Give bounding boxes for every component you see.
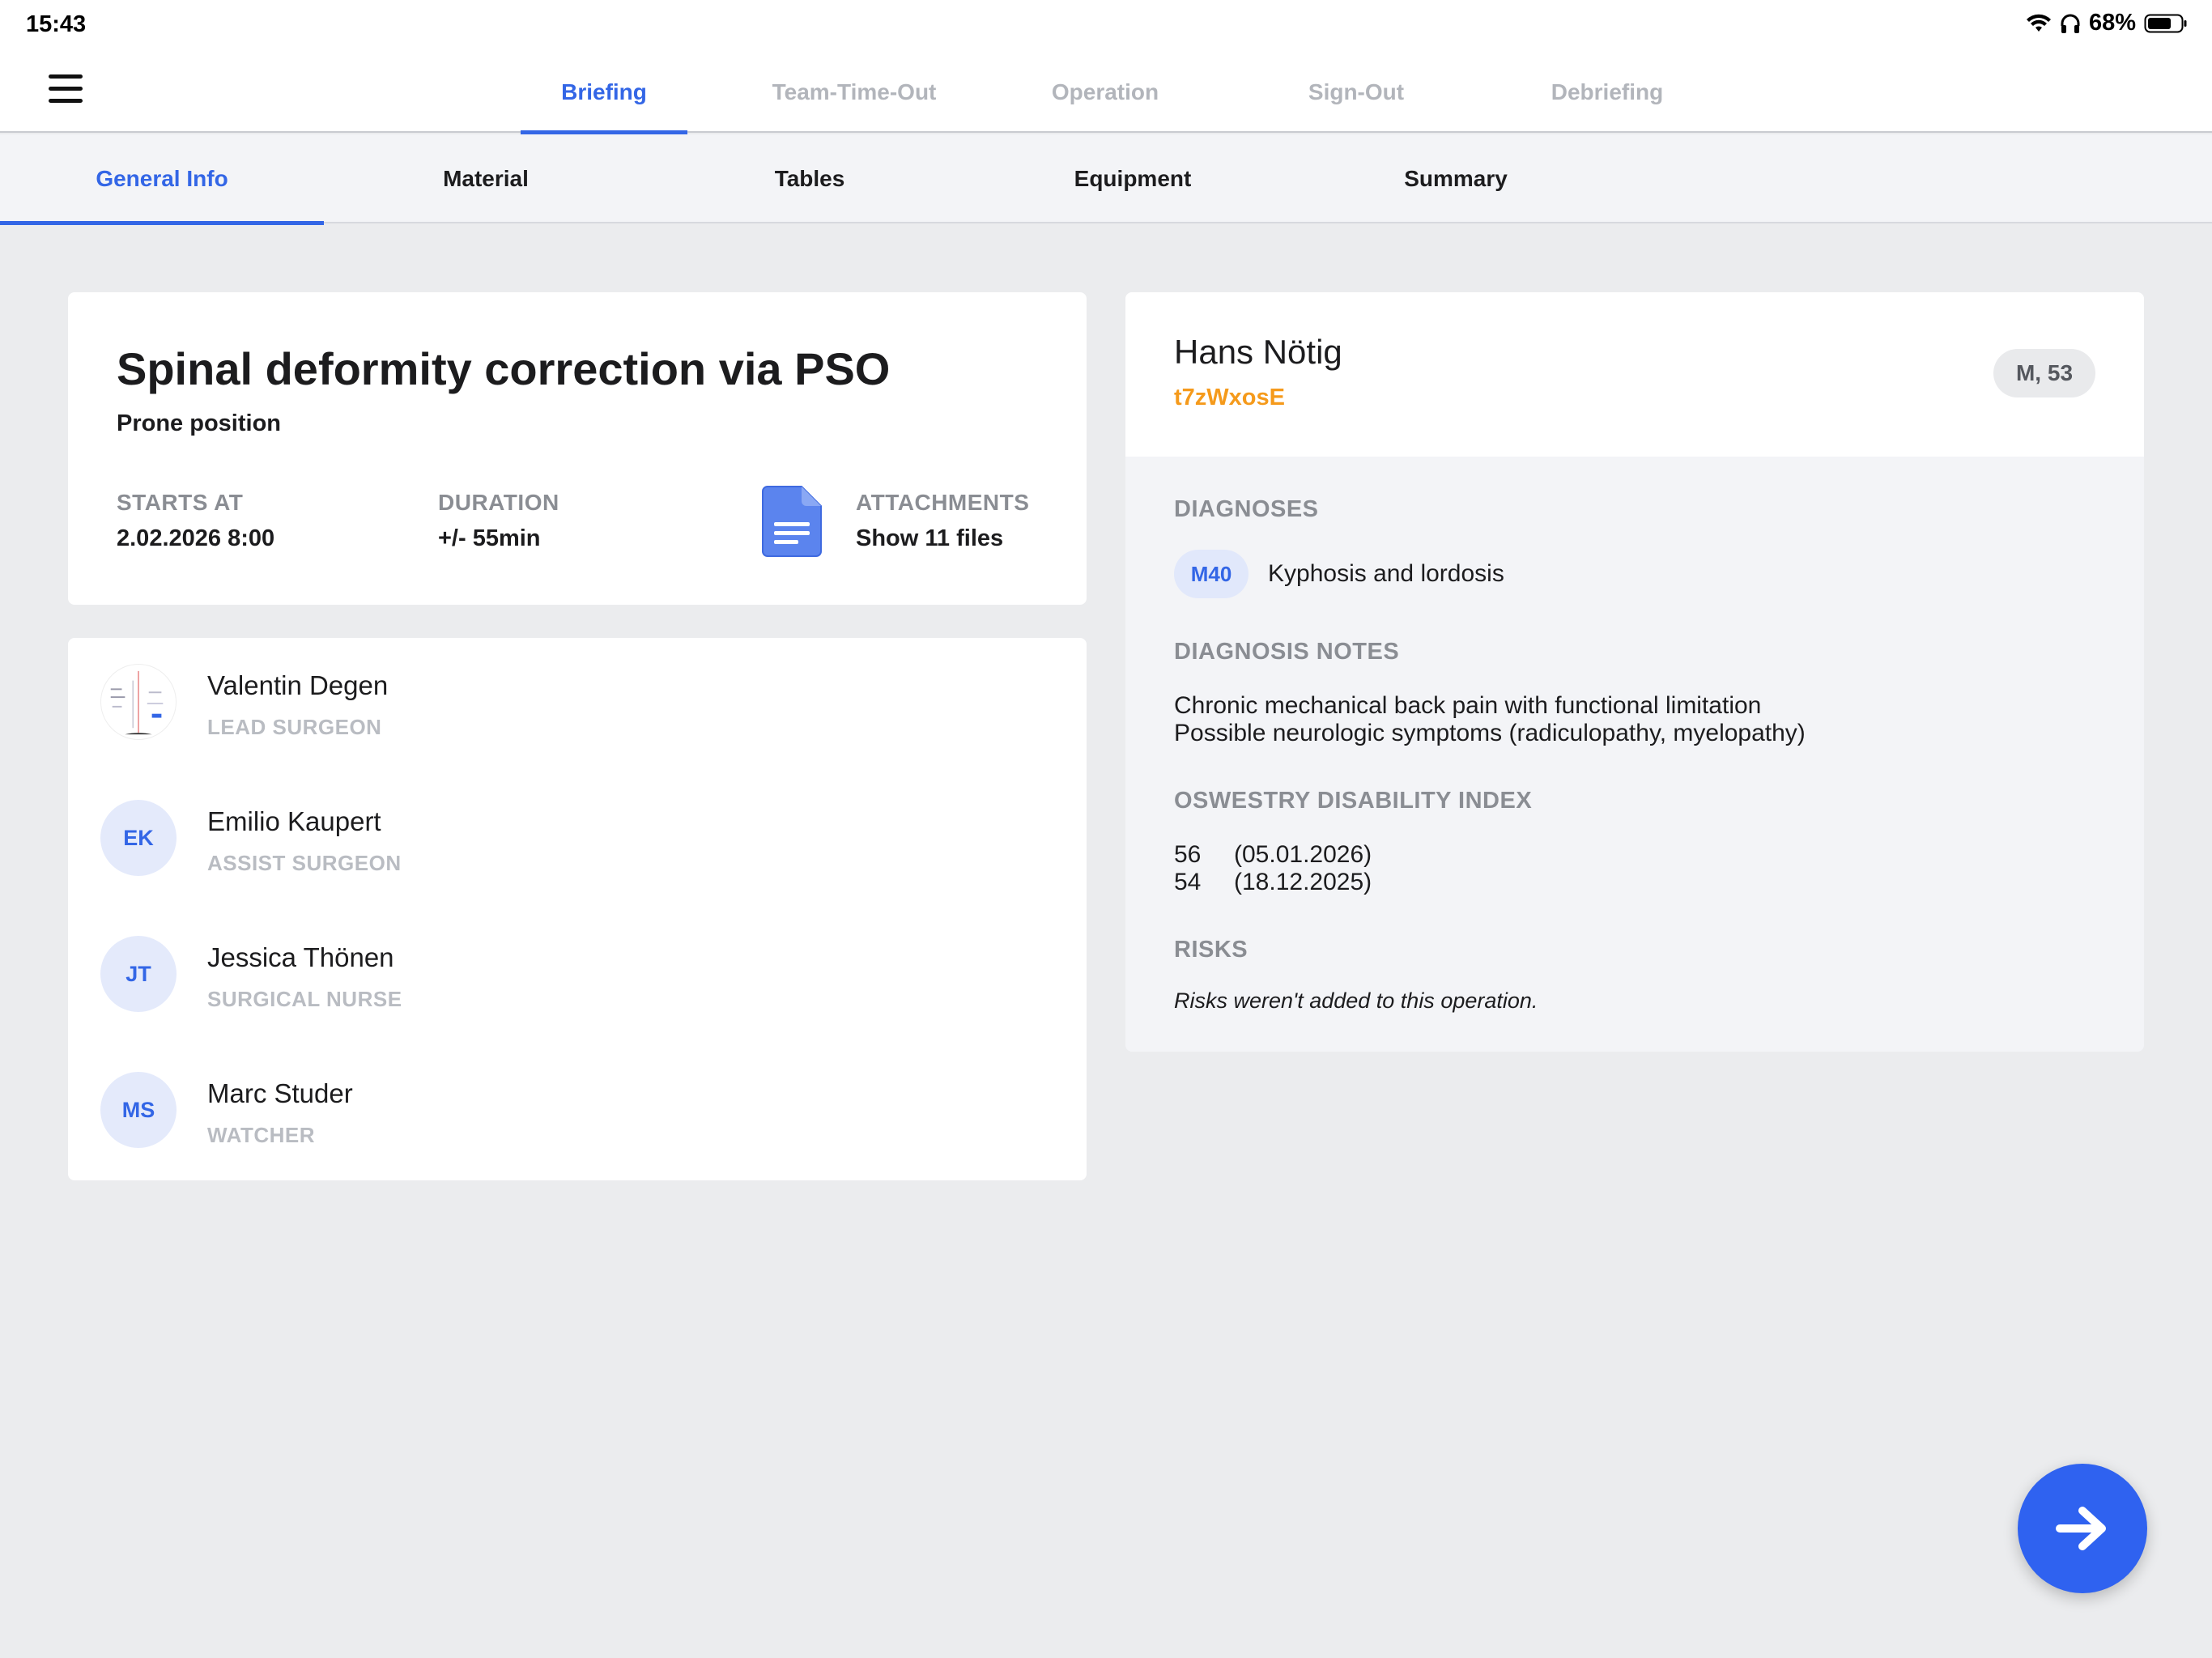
- operation-title: Spinal deformity correction via PSO: [117, 343, 891, 394]
- risks-label: RISKS: [1174, 937, 1249, 963]
- team-member[interactable]: JT Jessica Thönen SURGICAL NURSE: [68, 910, 1087, 1046]
- diagnoses-label: DIAGNOSES: [1174, 496, 1319, 522]
- team-member[interactable]: EK Emilio Kaupert ASSIST SURGEON: [68, 774, 1087, 910]
- member-role: ASSIST SURGEON: [207, 851, 402, 875]
- subtab-material[interactable]: Material: [324, 134, 648, 223]
- tab-briefing[interactable]: Briefing: [521, 52, 687, 134]
- battery-percent: 68%: [2088, 10, 2136, 36]
- member-name: Jessica Thönen: [207, 942, 394, 972]
- member-role: SURGICAL NURSE: [207, 987, 402, 1011]
- patient-id: t7zWxosE: [1174, 385, 1285, 410]
- starts-at-label: STARTS AT: [117, 490, 244, 515]
- tab-debriefing[interactable]: Debriefing: [1526, 52, 1688, 133]
- diagnosis-note: Possible neurologic symptoms (radiculopa…: [1174, 720, 1806, 746]
- odi-value: 56: [1174, 841, 1202, 868]
- member-role: WATCHER: [207, 1123, 316, 1147]
- risks-note: Risks weren't added to this operation.: [1174, 988, 1538, 1013]
- hamburger-menu-icon[interactable]: [49, 74, 86, 110]
- top-navigation: Briefing Team-Time-Out Operation Sign-Ou…: [0, 52, 2212, 134]
- team-member[interactable]: MS Marc Studer WATCHER: [68, 1046, 1087, 1182]
- avatar: EK: [100, 800, 177, 876]
- status-indicators: 68%: [2026, 10, 2188, 36]
- team-member[interactable]: Valentin Degen LEAD SURGEON: [68, 638, 1087, 774]
- subtab-summary[interactable]: Summary: [1294, 134, 1618, 223]
- battery-icon: [2144, 13, 2188, 34]
- member-name: Marc Studer: [207, 1078, 353, 1108]
- status-time: 15:43: [26, 11, 87, 37]
- document-icon[interactable]: [761, 485, 823, 558]
- subtab-tables[interactable]: Tables: [648, 134, 972, 223]
- diagnosis-code-badge: M40: [1174, 550, 1249, 598]
- member-name: Valentin Degen: [207, 670, 389, 700]
- odi-value: 54: [1174, 869, 1202, 895]
- odi-date: (18.12.2025): [1234, 869, 1372, 895]
- headphones-icon: [2060, 13, 2081, 34]
- avatar: JT: [100, 936, 177, 1012]
- oswestry-label: OSWESTRY DISABILITY INDEX: [1174, 788, 1533, 814]
- duration-value: +/- 55min: [438, 525, 541, 551]
- subtab-general-info[interactable]: General Info: [0, 134, 324, 225]
- avatar: MS: [100, 1072, 177, 1148]
- arrow-right-icon: [2056, 1507, 2106, 1550]
- operation-position: Prone position: [117, 410, 281, 436]
- next-button[interactable]: [2018, 1464, 2147, 1593]
- member-role: LEAD SURGEON: [207, 715, 382, 739]
- show-files-link[interactable]: Show 11 files: [856, 525, 1003, 552]
- diagnosis-note: Chronic mechanical back pain with functi…: [1174, 692, 1762, 719]
- diagnosis-notes-label: DIAGNOSIS NOTES: [1174, 639, 1400, 665]
- tab-sign-out[interactable]: Sign-Out: [1275, 52, 1437, 133]
- wifi-icon: [2026, 14, 2052, 33]
- starts-at-value: 2.02.2026 8:00: [117, 525, 275, 551]
- tab-operation[interactable]: Operation: [1024, 52, 1186, 133]
- subtab-equipment[interactable]: Equipment: [971, 134, 1295, 223]
- operation-card: Spinal deformity correction via PSO Pron…: [68, 292, 1087, 605]
- avatar: [100, 664, 177, 740]
- patient-name: Hans Nötig: [1174, 333, 1342, 371]
- odi-date: (05.01.2026): [1234, 841, 1372, 868]
- sub-navigation: General Info Material Tables Equipment S…: [0, 134, 2212, 225]
- status-bar: 15:43 68%: [0, 0, 2212, 52]
- diagnosis-name: Kyphosis and lordosis: [1268, 560, 1504, 587]
- patient-card: Hans Nötig t7zWxosE M, 53 DIAGNOSES M40 …: [1125, 292, 2144, 1052]
- team-card: Valentin Degen LEAD SURGEON EK Emilio Ka…: [68, 638, 1087, 1180]
- tab-team-time-out[interactable]: Team-Time-Out: [753, 52, 955, 133]
- duration-label: DURATION: [438, 490, 559, 515]
- patient-sex-age-badge: M, 53: [1993, 349, 2095, 397]
- patient-header: Hans Nötig t7zWxosE M, 53: [1125, 292, 2144, 457]
- member-name: Emilio Kaupert: [207, 806, 381, 836]
- attachments-label: ATTACHMENTS: [856, 490, 1030, 515]
